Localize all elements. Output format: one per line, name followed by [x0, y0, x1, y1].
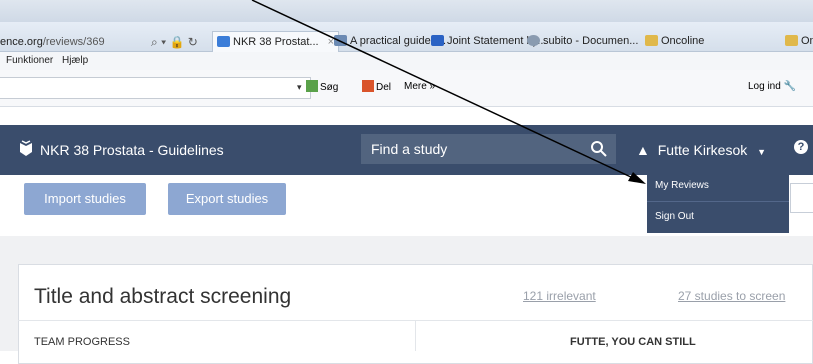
- arrow-annotation: [251, 0, 646, 184]
- arrow-head-icon: [628, 172, 646, 184]
- arrow-line: [251, 0, 634, 179]
